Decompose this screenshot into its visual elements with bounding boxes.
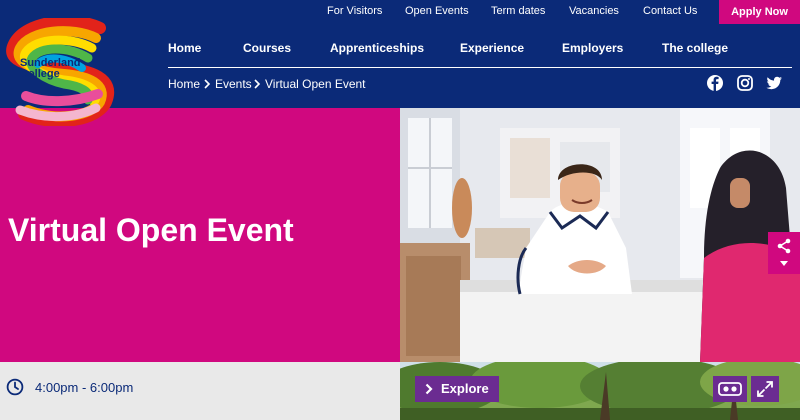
- util-link-contact-us[interactable]: Contact Us: [643, 3, 697, 19]
- breadcrumb-home[interactable]: Home: [168, 76, 200, 92]
- instagram-icon[interactable]: [736, 74, 754, 92]
- vr-headset-icon: [718, 382, 742, 396]
- page-title: Virtual Open Event: [8, 212, 294, 248]
- chevron-right-icon: [204, 79, 211, 89]
- nav-item-home[interactable]: Home: [168, 40, 201, 56]
- clock-icon: [6, 378, 24, 396]
- chevron-right-icon: [254, 79, 261, 89]
- twitter-icon[interactable]: [765, 74, 783, 92]
- facebook-icon[interactable]: [706, 74, 724, 92]
- fullscreen-button[interactable]: [751, 376, 779, 402]
- caret-down-icon: [780, 261, 788, 266]
- nav-item-the-college[interactable]: The college: [662, 40, 728, 56]
- breadcrumb-events[interactable]: Events: [215, 76, 252, 92]
- util-link-term-dates[interactable]: Term dates: [491, 3, 545, 19]
- event-time: 4:00pm - 6:00pm: [35, 380, 134, 395]
- nav-item-employers[interactable]: Employers: [562, 40, 623, 56]
- util-link-for-visitors[interactable]: For Visitors: [327, 3, 382, 19]
- nav-divider: [168, 67, 792, 68]
- util-link-vacancies[interactable]: Vacancies: [569, 3, 619, 19]
- logo-text-line2: College: [20, 68, 60, 80]
- share-button[interactable]: [768, 232, 800, 274]
- fullscreen-icon: [757, 381, 773, 397]
- nav-item-experience[interactable]: Experience: [460, 40, 524, 56]
- explore-label: Explore: [441, 381, 489, 396]
- share-icon: [777, 238, 791, 254]
- breadcrumb-current: Virtual Open Event: [265, 77, 366, 91]
- nav-item-courses[interactable]: Courses: [243, 40, 291, 56]
- apply-now-button[interactable]: Apply Now: [719, 0, 800, 24]
- chevron-right-icon: [425, 383, 433, 395]
- vr-mode-button[interactable]: [713, 376, 747, 402]
- nav-item-apprenticeships[interactable]: Apprenticeships: [330, 40, 424, 56]
- hero-photo: [400, 108, 800, 362]
- util-link-open-events[interactable]: Open Events: [405, 3, 469, 19]
- logo-wordmark: Sunderland College: [20, 58, 81, 80]
